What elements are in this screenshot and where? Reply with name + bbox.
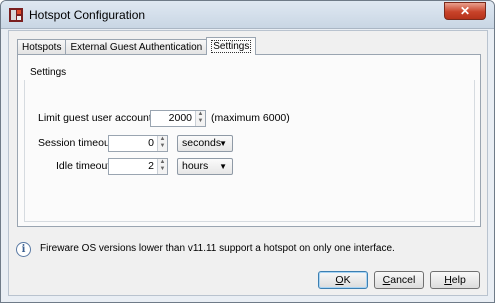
cancel-button[interactable]: Cancel — [374, 271, 424, 289]
ok-button[interactable]: OK — [318, 271, 368, 289]
help-button-label: elp — [451, 274, 466, 286]
close-icon: ✕ — [459, 4, 471, 18]
close-button[interactable]: ✕ — [444, 2, 486, 20]
tab-hotspots[interactable]: Hotspots — [17, 39, 67, 55]
help-button-mnemonic: H — [444, 274, 452, 286]
tab-strip: Hotspots External Guest Authentication S… — [17, 37, 257, 55]
tab-external-guest-authentication-label: External Guest Authentication — [70, 42, 203, 53]
info-message: Fireware OS versions lower than v11.11 s… — [40, 243, 395, 254]
session-timeout-label: Session timeout: — [38, 137, 116, 149]
limit-spinner-arrows[interactable]: ▲ ▼ — [195, 111, 205, 126]
spinner-up-icon[interactable]: ▲ — [196, 111, 205, 118]
tab-hotspots-label: Hotspots — [22, 42, 62, 53]
spinner-up-icon[interactable]: ▲ — [158, 136, 167, 143]
help-button[interactable]: Help — [430, 271, 480, 289]
tab-settings-label: Settings — [211, 40, 252, 53]
dialog-window: Hotspot Configuration ✕ Hotspots Externa… — [0, 0, 495, 303]
session-spinner-arrows[interactable]: ▲ ▼ — [157, 136, 167, 151]
idle-timeout-value[interactable]: 2 — [148, 159, 156, 174]
session-timeout-unit-select[interactable]: seconds ▼ — [177, 135, 233, 152]
tab-external-guest-authentication[interactable]: External Guest Authentication — [65, 39, 208, 55]
limit-maximum-hint: (maximum 6000) — [211, 112, 290, 124]
app-icon — [9, 8, 23, 22]
settings-panel: Settings Limit guest user accounts to 20… — [17, 54, 481, 227]
settings-group-title: Settings — [30, 67, 67, 78]
spinner-down-icon[interactable]: ▼ — [158, 143, 167, 150]
session-timeout-spinner[interactable]: 0 ▲ ▼ — [108, 135, 168, 152]
settings-group: Settings Limit guest user accounts to 20… — [24, 64, 475, 222]
limit-guest-accounts-value[interactable]: 2000 — [169, 111, 194, 126]
cancel-button-label: ancel — [390, 274, 416, 286]
group-border — [24, 80, 475, 222]
spinner-down-icon[interactable]: ▼ — [196, 118, 205, 125]
session-timeout-value[interactable]: 0 — [148, 136, 156, 151]
idle-timeout-spinner[interactable]: 2 ▲ ▼ — [108, 158, 168, 175]
chevron-down-icon: ▼ — [219, 162, 227, 171]
spinner-up-icon[interactable]: ▲ — [158, 159, 167, 166]
session-timeout-unit-value: seconds — [182, 137, 222, 149]
idle-timeout-unit-select[interactable]: hours ▼ — [177, 158, 233, 175]
dialog-client-area: Hotspots External Guest Authentication S… — [8, 30, 488, 296]
spinner-down-icon[interactable]: ▼ — [158, 166, 167, 173]
ok-button-label: K — [343, 274, 351, 286]
window-title: Hotspot Configuration — [29, 8, 146, 22]
idle-timeout-label: Idle timeout: — [56, 160, 114, 172]
idle-spinner-arrows[interactable]: ▲ ▼ — [157, 159, 167, 174]
idle-timeout-unit-value: hours — [182, 160, 209, 172]
ok-button-mnemonic: O — [335, 274, 344, 286]
info-icon: i — [16, 242, 31, 257]
limit-guest-accounts-spinner[interactable]: 2000 ▲ ▼ — [150, 110, 206, 127]
chevron-down-icon: ▼ — [219, 139, 227, 148]
title-bar[interactable]: Hotspot Configuration ✕ — [1, 1, 494, 29]
tab-settings[interactable]: Settings — [206, 37, 257, 55]
